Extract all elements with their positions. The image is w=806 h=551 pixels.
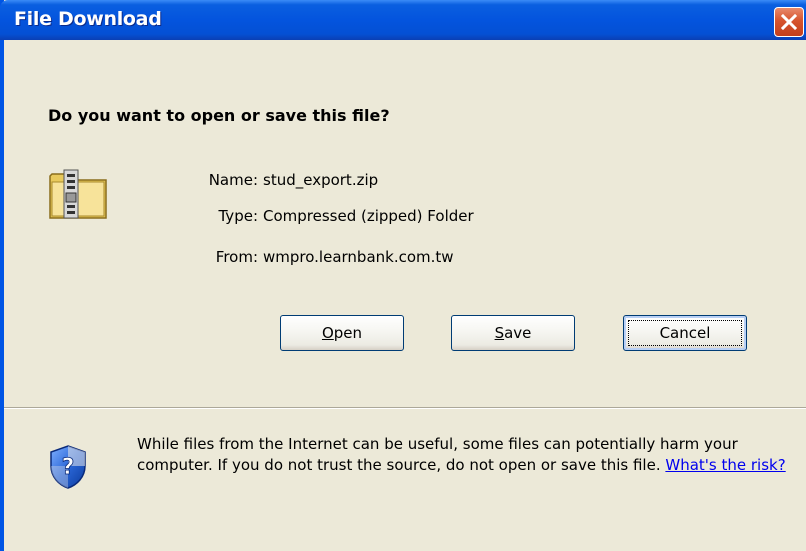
file-source-value: wmpro.learnbank.com.tw	[263, 248, 454, 266]
security-warning: While files from the Internet can be use…	[137, 434, 797, 476]
open-button-accesskey: O	[321, 324, 334, 342]
title-bar[interactable]: File Download	[0, 0, 806, 40]
file-type-value: Compressed (zipped) Folder	[263, 207, 474, 225]
save-button-label: ave	[504, 324, 532, 342]
divider-highlight	[4, 408, 806, 409]
file-name-row: Name: stud_export.zip	[4, 171, 806, 193]
whats-the-risk-link[interactable]: What's the risk?	[665, 456, 785, 474]
close-icon	[781, 14, 797, 30]
file-source-label: From:	[215, 248, 258, 266]
window-title: File Download	[14, 8, 162, 30]
file-type-label: Type:	[218, 207, 258, 225]
file-name-label: Name:	[208, 171, 258, 189]
file-type-row: Type: Compressed (zipped) Folder	[4, 207, 806, 229]
open-button-label: pen	[333, 324, 363, 342]
file-download-dialog: File Download Do you want to open or sav…	[0, 0, 806, 551]
file-name-value: stud_export.zip	[263, 171, 379, 189]
close-button[interactable]	[774, 7, 804, 37]
security-warning-text: While files from the Internet can be use…	[137, 435, 738, 474]
save-button[interactable]: Save	[451, 315, 575, 351]
security-shield-icon: ?	[48, 444, 88, 494]
cancel-button-label: Cancel	[659, 324, 711, 342]
cancel-button[interactable]: Cancel	[623, 315, 747, 351]
dialog-question: Do you want to open or save this file?	[48, 106, 390, 125]
svg-text:?: ?	[62, 455, 75, 480]
file-source-row: From: wmpro.learnbank.com.tw	[4, 248, 806, 270]
save-button-accesskey: S	[494, 324, 505, 342]
open-button[interactable]: Open	[280, 315, 404, 351]
